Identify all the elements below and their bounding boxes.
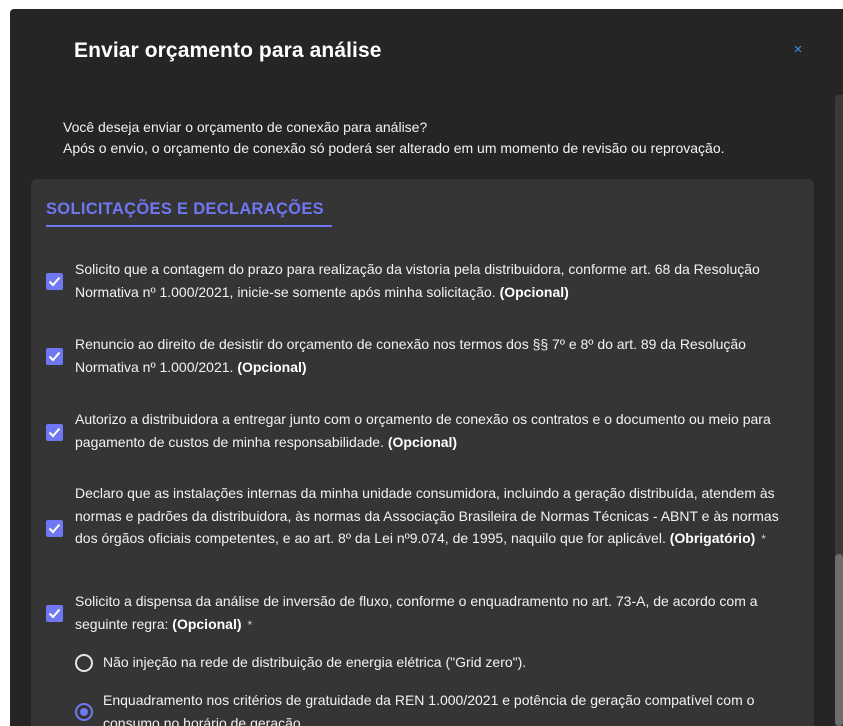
declarations-panel: SOLICITAÇÕES E DECLARAÇÕES Solicito que … xyxy=(31,179,814,726)
radio-gratuidade[interactable] xyxy=(75,703,93,721)
checkmark-icon xyxy=(48,351,61,362)
checkbox-autorizo[interactable] xyxy=(46,424,63,441)
close-icon[interactable]: × xyxy=(789,41,807,59)
checkbox-inversao-fluxo[interactable] xyxy=(46,605,63,622)
declaration-body: Renuncio ao direito de desistir do orçam… xyxy=(75,336,746,375)
scrollbar-thumb[interactable] xyxy=(835,554,843,726)
declaration-item-instalacoes[interactable]: Declaro que as instalações internas da m… xyxy=(46,482,806,576)
declaration-text-instalacoes: Declaro que as instalações internas da m… xyxy=(75,482,805,551)
checkmark-icon xyxy=(48,427,61,438)
declaration-body: Solicito que a contagem do prazo para re… xyxy=(75,261,760,300)
declaration-item-autorizo[interactable]: Autorizo a distribuidora a entregar junt… xyxy=(46,408,806,456)
checkbox-vistoria[interactable] xyxy=(46,273,63,290)
checkmark-icon xyxy=(48,276,61,287)
required-mark: * xyxy=(247,617,253,632)
checkmark-icon xyxy=(48,523,61,534)
dialog-title: Enviar orçamento para análise xyxy=(74,39,382,62)
declaration-item-vistoria[interactable]: Solicito que a contagem do prazo para re… xyxy=(46,258,806,306)
required-mark: * xyxy=(761,532,766,546)
declaration-item-inversao-fluxo[interactable]: Solicito a dispensa da análise de invers… xyxy=(46,590,806,638)
declaration-tag: (Opcional) xyxy=(172,615,242,632)
declaration-text-autorizo: Autorizo a distribuidora a entregar junt… xyxy=(75,408,805,453)
declaration-text-vistoria: Solicito que a contagem do prazo para re… xyxy=(75,258,805,303)
declaration-tag: (Opcional) xyxy=(237,358,307,375)
declaration-tag: (Obrigatório) xyxy=(669,530,756,546)
declaration-tag: (Opcional) xyxy=(499,283,569,300)
declaration-text-renuncio: Renuncio ao direito de desistir do orçam… xyxy=(75,333,805,378)
checkmark-icon xyxy=(48,608,61,619)
section-title: SOLICITAÇÕES E DECLARAÇÕES xyxy=(46,200,332,227)
checkbox-renuncio[interactable] xyxy=(46,348,63,365)
intro-note: Após o envio, o orçamento de conexão só … xyxy=(63,140,725,156)
send-budget-dialog: Enviar orçamento para análise × Você des… xyxy=(10,9,843,726)
intro-question: Você deseja enviar o orçamento de conexã… xyxy=(63,119,428,135)
declaration-tag: (Opcional) xyxy=(387,433,458,450)
declaration-text-inversao-fluxo: Solicito a dispensa da análise de invers… xyxy=(75,590,805,636)
checkbox-instalacoes[interactable] xyxy=(46,520,63,537)
radio-label-gratuidade[interactable]: Enquadramento nos critérios de gratuidad… xyxy=(103,689,793,726)
intro-text: Você deseja enviar o orçamento de conexã… xyxy=(63,117,725,159)
declaration-item-renuncio[interactable]: Renuncio ao direito de desistir do orçam… xyxy=(46,333,806,381)
radio-grid-zero[interactable] xyxy=(75,654,93,672)
radio-label-grid-zero[interactable]: Não injeção na rede de distribuição de e… xyxy=(103,651,793,674)
